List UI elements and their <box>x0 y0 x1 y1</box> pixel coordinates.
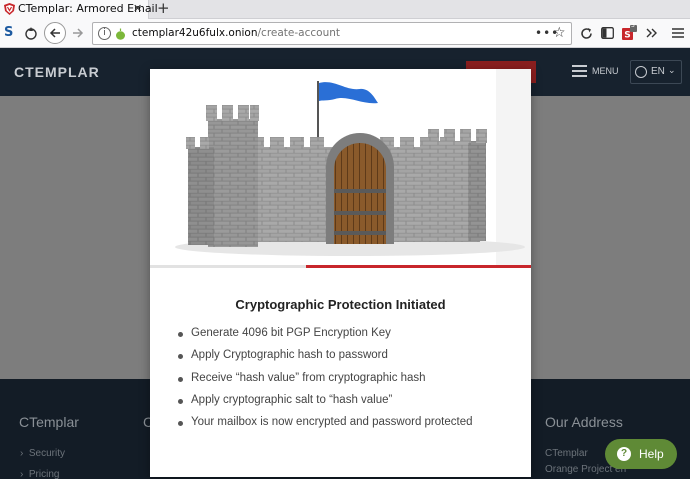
help-label: Help <box>639 447 664 461</box>
encryption-progress-modal: Cryptographic Protection Initiated Gener… <box>150 69 531 477</box>
sidebar-icon[interactable] <box>597 23 617 43</box>
footer-link-pricing[interactable]: › Pricing <box>20 469 59 479</box>
question-icon: ? <box>617 447 631 461</box>
browser-toolbar: S i ctemplar42u6fulx.onion/create-accoun… <box>0 19 690 48</box>
encryption-progress-bar <box>150 265 531 268</box>
footer-address-line: CTemplar <box>545 448 588 459</box>
list-item: Apply cryptographic salt to “hash value” <box>178 394 473 416</box>
forward-button[interactable] <box>68 23 88 43</box>
list-item: Apply Cryptographic hash to password <box>178 349 473 371</box>
progress-fill <box>306 265 531 268</box>
language-selector[interactable]: EN ⌄ <box>630 60 682 84</box>
back-button[interactable] <box>44 22 66 44</box>
globe-icon <box>635 66 647 78</box>
castle-illustration <box>150 69 531 265</box>
menu-label: MENU <box>592 66 619 76</box>
svg-text:S: S <box>624 31 630 41</box>
info-icon[interactable]: i <box>98 27 111 40</box>
footer-address-title: Our Address <box>545 414 623 430</box>
browser-tab-bar: CTemplar: Armored Email ✕ + <box>0 0 690 19</box>
ctemplar-favicon-icon <box>4 3 15 15</box>
bookmark-star-icon[interactable]: ☆ <box>553 25 566 41</box>
footer-link-label: Security <box>28 448 66 459</box>
list-item: Your mailbox is now encrypted and passwo… <box>178 416 473 438</box>
address-bar[interactable]: i ctemplar42u6fulx.onion/create-account … <box>92 22 572 45</box>
menu-icon <box>572 65 587 77</box>
extension-s-icon[interactable]: S <box>4 25 13 40</box>
help-button[interactable]: ? Help <box>605 439 677 469</box>
browser-tab[interactable]: CTemplar: Armored Email ✕ <box>0 0 158 19</box>
close-icon[interactable]: ✕ <box>133 2 142 16</box>
url-host: ctemplar42u6fulx.onion <box>132 27 258 39</box>
footer-link-chevron-icon: › <box>20 448 29 459</box>
modal-title: Cryptographic Protection Initiated <box>235 297 446 312</box>
encryption-steps-list: Generate 4096 bit PGP Encryption Key App… <box>178 327 473 438</box>
url-path: /create-account <box>257 27 341 39</box>
footer-col1-title: CTemplar <box>19 414 79 430</box>
addon-badge: 3 <box>631 22 635 29</box>
onion-icon[interactable] <box>115 28 126 40</box>
noscript-icon[interactable] <box>21 23 41 43</box>
list-item: Receive “hash value” from cryptographic … <box>178 372 473 394</box>
url-text[interactable]: ctemplar42u6fulx.onion/create-account <box>132 27 340 39</box>
new-tab-button[interactable]: + <box>157 0 170 17</box>
hamburger-menu-icon[interactable] <box>668 23 688 43</box>
language-label: EN <box>651 66 665 77</box>
reload-icon[interactable] <box>576 23 596 43</box>
overflow-chevron-icon[interactable] <box>642 23 662 43</box>
footer-link-chevron-icon: › <box>20 469 29 479</box>
list-item: Generate 4096 bit PGP Encryption Key <box>178 327 473 349</box>
addon-icon[interactable]: S 3 <box>619 22 639 43</box>
chevron-down-icon: ⌄ <box>668 65 676 75</box>
arrow-right-icon <box>73 28 84 38</box>
site-logo[interactable]: CTEMPLAR <box>14 64 100 80</box>
arrow-left-icon <box>49 28 60 38</box>
footer-link-label: Pricing <box>28 469 60 479</box>
footer-link-security[interactable]: › Security <box>20 448 65 459</box>
